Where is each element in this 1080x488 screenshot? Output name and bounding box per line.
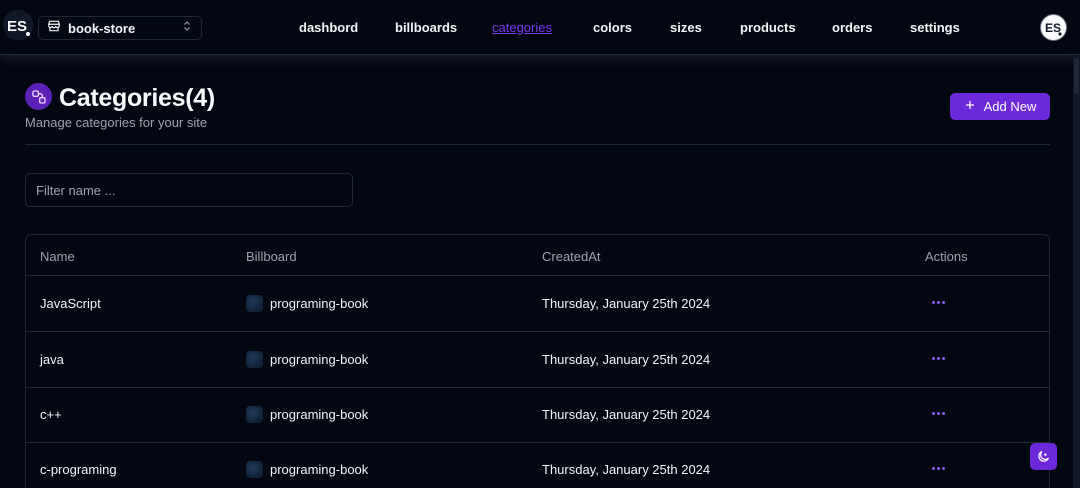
- categories-table: Name Billboard CreatedAt Actions JavaScr…: [25, 234, 1050, 488]
- table-row: c-programing programing-book Thursday, J…: [26, 442, 1049, 488]
- category-name: c++: [40, 407, 62, 422]
- nav-sizes[interactable]: sizes: [670, 20, 702, 35]
- billboard-label: programing-book: [270, 462, 369, 477]
- categories-icon: [25, 83, 52, 110]
- more-horizontal-icon[interactable]: [926, 401, 950, 425]
- user-avatar[interactable]: ES: [1040, 14, 1067, 41]
- more-horizontal-icon[interactable]: [926, 290, 950, 314]
- category-name: c-programing: [40, 462, 117, 477]
- nav-categories[interactable]: categories: [492, 20, 552, 35]
- nav-orders[interactable]: orders: [832, 20, 872, 35]
- table-row: JavaScript programing-book Thursday, Jan…: [26, 276, 1049, 332]
- created-at: Thursday, January 25th 2024: [542, 352, 711, 367]
- billboard-label: programing-book: [270, 407, 369, 422]
- header-divider: [25, 144, 1050, 145]
- column-header-createdat: CreatedAt: [542, 249, 601, 264]
- billboard-thumbnail: [246, 351, 263, 368]
- billboard-label: programing-book: [270, 296, 369, 311]
- table-row: c++ programing-book Thursday, January 25…: [26, 387, 1049, 443]
- theme-toggle-icon[interactable]: [1030, 443, 1057, 470]
- column-header-actions: Actions: [925, 249, 968, 264]
- nav-colors[interactable]: colors: [593, 20, 632, 35]
- add-new-label: Add New: [983, 99, 1037, 114]
- filter-name-input[interactable]: [25, 173, 353, 207]
- more-horizontal-icon[interactable]: [926, 346, 950, 370]
- category-name: JavaScript: [40, 296, 101, 311]
- column-header-name: Name: [40, 249, 75, 264]
- main-nav: dashbord billboards categories colors si…: [0, 0, 1080, 55]
- page-subtitle: Manage categories for your site: [25, 115, 208, 130]
- billboard-thumbnail: [246, 295, 263, 312]
- table-row: java programing-book Thursday, January 2…: [26, 332, 1049, 388]
- page-title: Categories(4): [59, 84, 215, 112]
- nav-products[interactable]: products: [740, 20, 796, 35]
- add-new-button[interactable]: Add New: [950, 93, 1050, 120]
- billboard-thumbnail: [246, 406, 263, 423]
- nav-settings[interactable]: settings: [910, 20, 960, 35]
- more-horizontal-icon[interactable]: [926, 456, 950, 480]
- plus-icon: [964, 99, 976, 114]
- top-navbar: ES book-store dashbord billboards catego…: [0, 0, 1080, 55]
- billboard-label: programing-book: [270, 352, 369, 367]
- created-at: Thursday, January 25th 2024: [542, 296, 711, 311]
- column-header-billboard: Billboard: [246, 249, 297, 264]
- created-at: Thursday, January 25th 2024: [542, 462, 711, 477]
- svg-text:ES: ES: [1045, 21, 1061, 35]
- created-at: Thursday, January 25th 2024: [542, 407, 711, 422]
- category-name: java: [40, 352, 64, 367]
- billboard-thumbnail: [246, 461, 263, 478]
- nav-dashbord[interactable]: dashbord: [299, 20, 358, 35]
- scrollbar-thumb[interactable]: [1074, 58, 1079, 94]
- nav-billboards[interactable]: billboards: [395, 20, 457, 35]
- page-scrollbar[interactable]: [1073, 56, 1080, 488]
- table-header: Name Billboard CreatedAt Actions: [26, 235, 1049, 276]
